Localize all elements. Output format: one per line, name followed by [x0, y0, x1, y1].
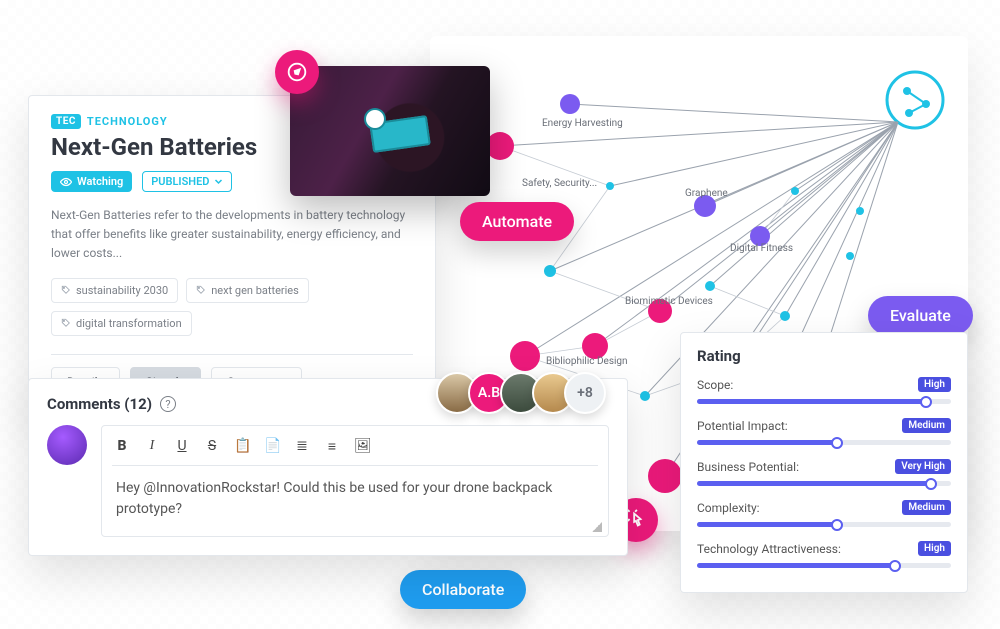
watching-badge[interactable]: Watching	[51, 171, 132, 192]
image-button[interactable]: 🖼	[354, 438, 370, 455]
tag-list: sustainability 2030 next gen batteries d…	[51, 278, 413, 336]
editor-toolbar: B I U S 📋 📄 ≣ ≡ 🖼	[112, 434, 598, 466]
article-description: Next-Gen Batteries refer to the developm…	[51, 206, 413, 264]
tag-icon	[61, 285, 71, 295]
node-label: Safety, Security...	[522, 177, 597, 189]
pointer-icon	[625, 509, 647, 531]
rating-badge: Medium	[902, 500, 951, 515]
copy-button[interactable]: 📋	[234, 438, 250, 455]
rating-row: Technology Attractiveness: High	[697, 541, 951, 568]
node-label: Bibliophilic Design	[546, 356, 628, 367]
automate-pill: Automate	[460, 202, 574, 241]
avatar-overflow[interactable]: +8	[564, 372, 606, 414]
graph-hub-icon	[887, 72, 943, 128]
help-icon[interactable]: ?	[160, 396, 176, 412]
status-dropdown[interactable]: PUBLISHED	[142, 171, 232, 192]
node-label: Digital Fitness	[730, 243, 793, 254]
rating-slider[interactable]	[697, 399, 951, 404]
tag-chip[interactable]: next gen batteries	[186, 278, 309, 303]
comment-textarea[interactable]: Hey @InnovationRockstar! Could this be u…	[112, 466, 598, 524]
node-label: Graphene	[685, 188, 728, 199]
rating-label: Potential Impact:	[697, 419, 788, 433]
rating-slider[interactable]	[697, 522, 951, 527]
rating-slider[interactable]	[697, 440, 951, 445]
collaborate-pill: Collaborate	[400, 570, 526, 609]
category-label: TECHNOLOGY	[87, 115, 168, 128]
rating-label: Business Potential:	[697, 460, 799, 474]
rating-label: Technology Attractiveness:	[697, 542, 841, 556]
resize-handle-icon[interactable]	[592, 522, 602, 532]
strike-button[interactable]: S	[204, 438, 220, 455]
chevron-down-icon	[214, 177, 223, 186]
comments-heading: Comments (12)	[47, 395, 152, 413]
italic-button[interactable]: I	[144, 438, 160, 455]
tag-icon	[61, 318, 71, 328]
numbered-list-button[interactable]: ≡	[324, 438, 340, 455]
article-image	[290, 66, 490, 196]
rating-heading: Rating	[697, 347, 951, 365]
rating-row: Scope: High	[697, 377, 951, 404]
bullet-list-button[interactable]: ≣	[294, 438, 310, 455]
node-label: Energy Harvesting	[542, 118, 623, 129]
rating-badge: Medium	[902, 418, 951, 433]
rating-slider[interactable]	[697, 481, 951, 486]
tag-chip[interactable]: digital transformation	[51, 311, 192, 336]
evaluate-pill: Evaluate	[868, 296, 973, 335]
rating-panel: Rating Scope: High Potential Impact: Medium…	[680, 332, 968, 593]
paper-plane-icon	[287, 62, 307, 82]
current-user-avatar	[47, 425, 87, 465]
rating-label: Complexity:	[697, 501, 760, 515]
tag-chip[interactable]: sustainability 2030	[51, 278, 178, 303]
rating-row: Business Potential: Very High	[697, 459, 951, 486]
rating-badge: High	[918, 541, 951, 556]
rating-slider[interactable]	[697, 563, 951, 568]
rating-row: Complexity: Medium	[697, 500, 951, 527]
node-label: Biomimetic Devices	[625, 296, 713, 307]
eye-icon	[60, 176, 72, 188]
paste-button[interactable]: 📄	[264, 438, 280, 455]
rating-label: Scope:	[697, 378, 733, 392]
underline-button[interactable]: U	[174, 438, 190, 455]
bold-button[interactable]: B	[114, 438, 130, 455]
collaborator-avatars: A.B +8	[436, 372, 606, 414]
rating-badge: High	[918, 377, 951, 392]
send-badge-icon	[275, 50, 319, 94]
rating-row: Potential Impact: Medium	[697, 418, 951, 445]
comment-editor[interactable]: B I U S 📋 📄 ≣ ≡ 🖼 Hey @InnovationRocksta…	[101, 425, 609, 537]
category-chip: TEC	[51, 114, 81, 129]
rating-badge: Very High	[895, 459, 951, 474]
tag-icon	[196, 285, 206, 295]
